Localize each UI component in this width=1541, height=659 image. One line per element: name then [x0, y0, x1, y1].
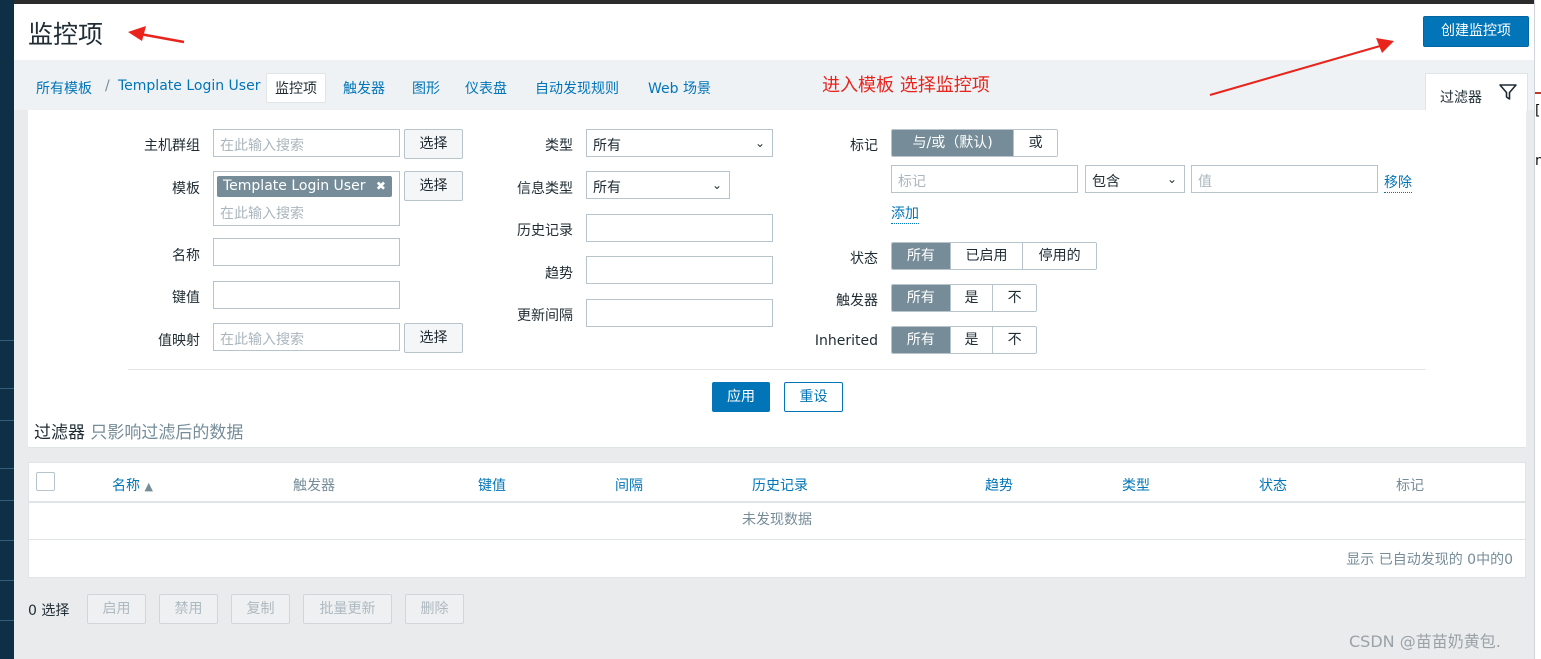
- arrow-to-create-button: [1209, 38, 1394, 96]
- annotation-arrows: [128, 26, 1394, 96]
- arrow-to-title: [128, 26, 185, 44]
